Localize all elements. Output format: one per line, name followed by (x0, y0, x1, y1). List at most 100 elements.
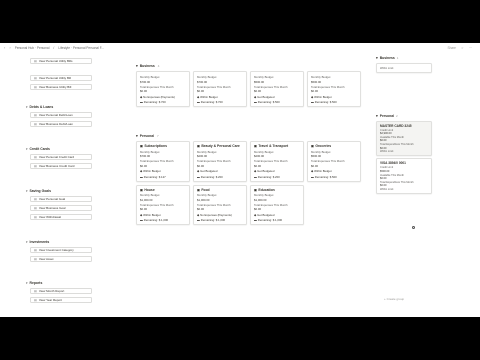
right-business-header[interactable]: ▾ Business 1 (376, 55, 432, 61)
group-title-text: Credit Cards (29, 147, 50, 151)
forward-arrow-icon[interactable]: › (9, 45, 10, 50)
status-text: No Expenses (Payments) (200, 212, 232, 217)
card-title-text: Education (258, 187, 275, 192)
more-options-icon[interactable]: ··· (469, 46, 472, 50)
field-label: Total Expenses This Month (254, 84, 288, 89)
business-card-stub[interactable]: Within Limit (376, 63, 432, 73)
credit-card-column: ▾ Business 1 Within Limit ▾ Personal 2 MASTE… (376, 55, 432, 194)
view-business-debt-button[interactable]: ▤ View Business Debt/Loan (30, 121, 92, 127)
breadcrumb-1[interactable]: Personal Hub · Personal (15, 46, 50, 50)
status-text: Within Budget (143, 169, 161, 173)
budget-card[interactable]: Monthly Budget $500.00 Total Expenses This… (250, 71, 304, 107)
create-group-button[interactable]: + Create group (384, 297, 404, 301)
remaining-amount: ▬ Remaining: $ 700 (197, 100, 243, 104)
view-business-credit-card-button[interactable]: ▤ View Business Credit Card (30, 163, 92, 169)
button-label: View Investment Category (38, 248, 74, 252)
group-count: 7 (157, 134, 159, 138)
budget-card[interactable]: ▣ Groceries Monthly Budget $500.00 Total Exp… (307, 141, 361, 182)
button-label: View Personal Goal (38, 197, 66, 201)
back-arrow-icon[interactable]: ‹ (4, 45, 5, 50)
button-label: View Personal Utility Bill (38, 76, 71, 80)
chevron-down-icon: ▾ (26, 240, 28, 244)
button-label: View Personal Utility Bills (38, 59, 73, 63)
field-label: Monthly Budget (197, 149, 217, 154)
remaining-amount: ▬ Remaining: $ 200 (254, 175, 300, 179)
status-badge: ◆ Get Budgeted (254, 95, 300, 99)
group-label: Business (139, 64, 155, 68)
budget-card[interactable]: ▣ Food Monthly Budget $1,000.00 Total Expens… (193, 184, 247, 225)
share-button[interactable]: Share (447, 46, 456, 50)
top-bar: ‹ › Personal Hub · Personal / Lifestyle … (0, 43, 480, 52)
card-title-text: Subscriptions (144, 144, 167, 148)
remaining-text: Remaining: $ 500 (314, 100, 337, 104)
button-label: View Business Debt/Loan (38, 122, 73, 126)
budget-card[interactable]: Monthly Budget $500.00 Total Expenses This… (307, 71, 361, 107)
chevron-down-icon: ▾ (376, 56, 378, 60)
view-personal-utility-bills-button[interactable]: ▤ View Personal Utility Bills (30, 58, 92, 64)
document-icon: ▤ (34, 215, 37, 219)
view-personal-credit-card-button[interactable]: ▤ View Personal Credit Card (30, 154, 92, 160)
card-title: ▣ Beauty & Personal Care (197, 144, 243, 148)
view-personal-utility-bill-button[interactable]: ▤ View Personal Utility Bill (30, 75, 92, 81)
button-label: View Personal Credit Card (38, 155, 75, 159)
sidebar-group-title[interactable]: ▾ Reports (26, 281, 114, 285)
remaining-amount: ▬ Remaining: $ 1,000 (140, 218, 186, 222)
view-withdrawal-button[interactable]: ▤ View Withdrawal (30, 214, 92, 220)
breadcrumb-2[interactable]: Lifestyle · Personal Personal F... (58, 46, 104, 50)
remaining-amount: ▬ Remaining: $ 1,000 (254, 218, 300, 222)
field-value: $700.00 (197, 79, 208, 84)
field-label: Total Expenses This Month (254, 159, 288, 163)
sidebar-group-title[interactable]: ▾ Credit Cards (26, 147, 114, 151)
card-title: ▣ Education (254, 188, 300, 192)
credit-card-item[interactable]: MASTER CARD 3245 Credit Limit $2,900.00 Ava… (376, 120, 432, 157)
credit-card-title: VISA 3894/0 0001 (380, 161, 406, 166)
field-label: Total Expenses This Month (140, 159, 174, 163)
status-icon: ◆ (140, 169, 143, 173)
view-personal-debt-button[interactable]: ▤ View Personal Debt/Loan (30, 112, 92, 118)
view-investment-category-button[interactable]: ▤ View Investment Category (30, 247, 92, 253)
budget-card[interactable]: ▣ Beauty & Personal Care Monthly Budget $20… (193, 141, 247, 182)
view-business-goal-button[interactable]: ▤ View Business Goal (30, 205, 92, 211)
field-label: Total Expenses This Month (311, 159, 345, 163)
sidebar-group-title[interactable]: ▾ Debts & Loans (26, 105, 114, 109)
group-count: 4 (157, 64, 160, 68)
status-label: Within Limit (380, 66, 394, 70)
card-title: ▣ House (140, 188, 186, 192)
view-personal-goal-button[interactable]: ▤ View Personal Goal (30, 196, 92, 202)
credit-card-item[interactable]: VISA 3894/0 0001 Credit Limit $500.00 Avail… (376, 158, 432, 194)
document-icon: ▤ (34, 113, 37, 117)
field-label: Total Expenses This Month (197, 159, 231, 163)
budget-card[interactable]: ▣ House Monthly Budget $1,000.00 Total Expen… (136, 184, 190, 225)
group-title-text: Investments (29, 240, 50, 244)
field-value: $0.00 (380, 176, 387, 180)
money-icon: ▬ (197, 174, 200, 179)
view-year-report-button[interactable]: ▤ View Year Report (30, 297, 92, 303)
sidebar-group-title[interactable]: ▾ Investments (26, 240, 114, 244)
money-icon: ▬ (140, 174, 143, 179)
budget-card[interactable]: ▣ Education Monthly Budget $1,000.00 Total E… (250, 184, 304, 225)
budget-card[interactable]: ▣ Subscriptions Monthly Budget $700.00 Total… (136, 141, 190, 182)
status-icon: ◆ (140, 212, 143, 217)
view-business-utility-bill-button[interactable]: ▤ View Business Utility Bill (30, 84, 92, 90)
category-icon: ▣ (197, 144, 200, 148)
card-title-text: Beauty & Personal Care (201, 144, 240, 148)
field-label: Monthly Budget (197, 193, 217, 197)
field-value: $0.00 (311, 163, 318, 168)
favorite-icon[interactable]: ☆ (461, 46, 464, 50)
button-label: View Business Goal (38, 206, 66, 210)
business-group-header[interactable]: ▾ Business 4 (136, 63, 356, 69)
credit-cards-list: MASTER CARD 3245 Credit Limit $2,900.00 Ava… (376, 120, 432, 194)
right-personal-header[interactable]: ▾ Personal 2 (376, 113, 432, 119)
status-badge: ◆ Get Budgeted (254, 169, 300, 173)
status-icon: ◆ (140, 94, 143, 99)
budget-card[interactable]: Monthly Budget $700.00 Total Expenses This… (193, 71, 247, 107)
view-month-report-button[interactable]: ▤ View Month Report (30, 288, 92, 294)
budget-card[interactable]: ▣ Travel & Transport Monthly Budget $200.00… (250, 141, 304, 182)
personal-group-header[interactable]: ▾ Personal 7 (136, 133, 356, 139)
budget-card[interactable]: Monthly Budget $700.00 Total Expenses This… (136, 71, 190, 107)
sidebar-group-title[interactable]: ▾ Saving Goals (26, 189, 114, 193)
view-asset-button[interactable]: ▤ View Asset (30, 256, 92, 262)
sidebar-group-saving-goals: ▾ Saving Goals ▤ View Personal Goal ▤ View … (26, 189, 114, 220)
money-icon: ▬ (140, 218, 143, 222)
status-text: No Expenses (Payments) (143, 94, 175, 99)
